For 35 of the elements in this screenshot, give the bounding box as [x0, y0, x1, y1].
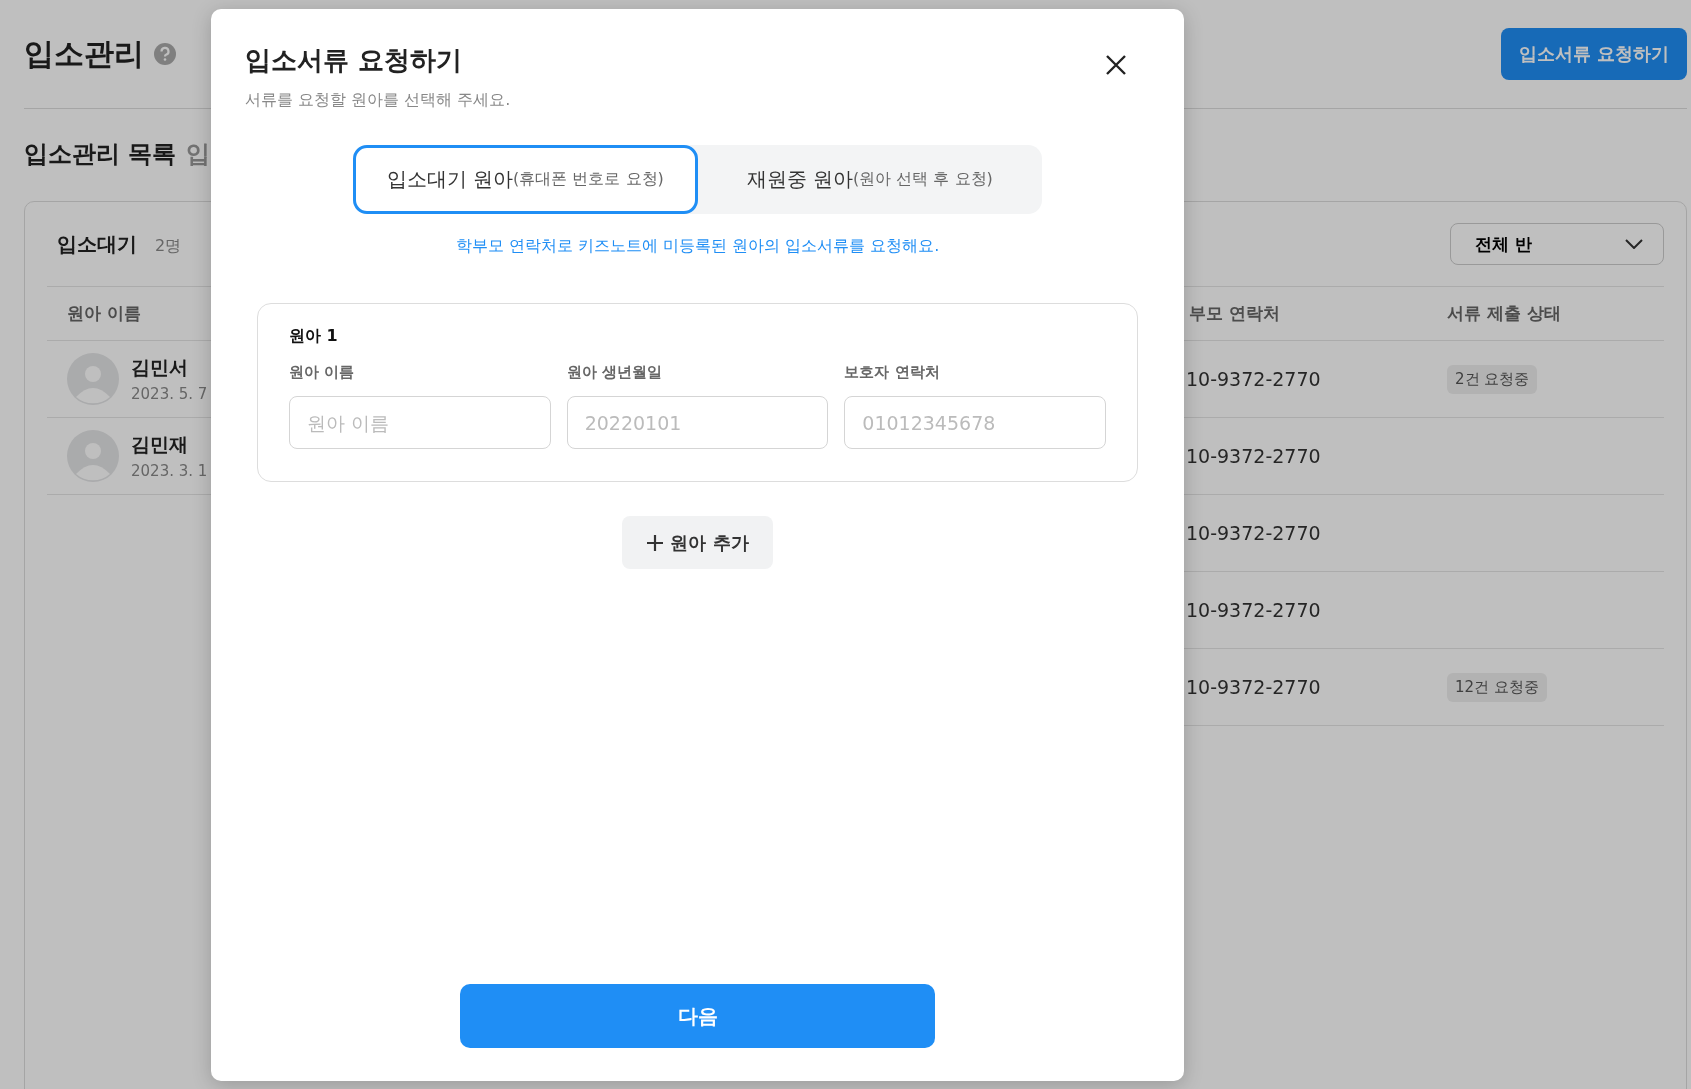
tab[interactable]: 입소대기 원아(휴대폰 번호로 요청): [353, 145, 698, 214]
parent-phone: 10-9372-2770: [1186, 368, 1321, 390]
input-field[interactable]: 원아 이름: [289, 396, 551, 449]
column-header: 부모 연락처: [1188, 302, 1281, 325]
parent-phone: 10-9372-2770: [1186, 676, 1321, 698]
child-name: 김민서: [131, 355, 189, 380]
child-name: 김민재: [131, 432, 189, 457]
birth-date: 2023. 5. 7: [131, 385, 208, 403]
input-field[interactable]: 20220101: [566, 396, 829, 449]
class-dropdown[interactable]: 전체 반: [1450, 223, 1664, 265]
child-form-title: 원아 1: [289, 326, 339, 347]
status-badge: 2건 요청중: [1447, 364, 1538, 394]
chevron-down-icon: [1625, 239, 1643, 249]
dialog-subtitle: 서류를 요청할 원아를 선택해 주세요.: [245, 90, 511, 111]
input-field[interactable]: 01012345678: [844, 396, 1106, 449]
close-icon: [1106, 55, 1126, 75]
parent-phone: 10-9372-2770: [1186, 445, 1321, 467]
page-title: 입소관리: [24, 34, 144, 73]
group-count: 2명: [155, 235, 182, 257]
parent-phone: 10-9372-2770: [1186, 522, 1321, 544]
section-title: 입소관리 목록: [24, 139, 177, 170]
field-label: 원아 생년월일: [566, 363, 663, 382]
column-header: 원아 이름: [67, 302, 141, 325]
parent-phone: 10-9372-2770: [1186, 599, 1321, 621]
field-label: 원아 이름: [289, 363, 356, 382]
notice-text: 학부모 연락처로 키즈노트에 미등록된 원아의 입소서류를 요청해요.: [455, 236, 940, 257]
tab[interactable]: 재원중 원아(원아 선택 후 요청): [697, 145, 1042, 214]
group-title: 입소대기: [57, 230, 137, 258]
birth-date: 2023. 3. 1: [131, 462, 208, 480]
column-header: 서류 제출 상태: [1447, 302, 1561, 325]
dialog-title: 입소서류 요청하기: [245, 44, 464, 77]
plus-icon: [646, 533, 665, 552]
add-child-button[interactable]: 원아 추가: [622, 516, 773, 569]
field-label: 보호자 연락처: [844, 363, 941, 382]
status-badge: 12건 요청중: [1447, 672, 1547, 702]
